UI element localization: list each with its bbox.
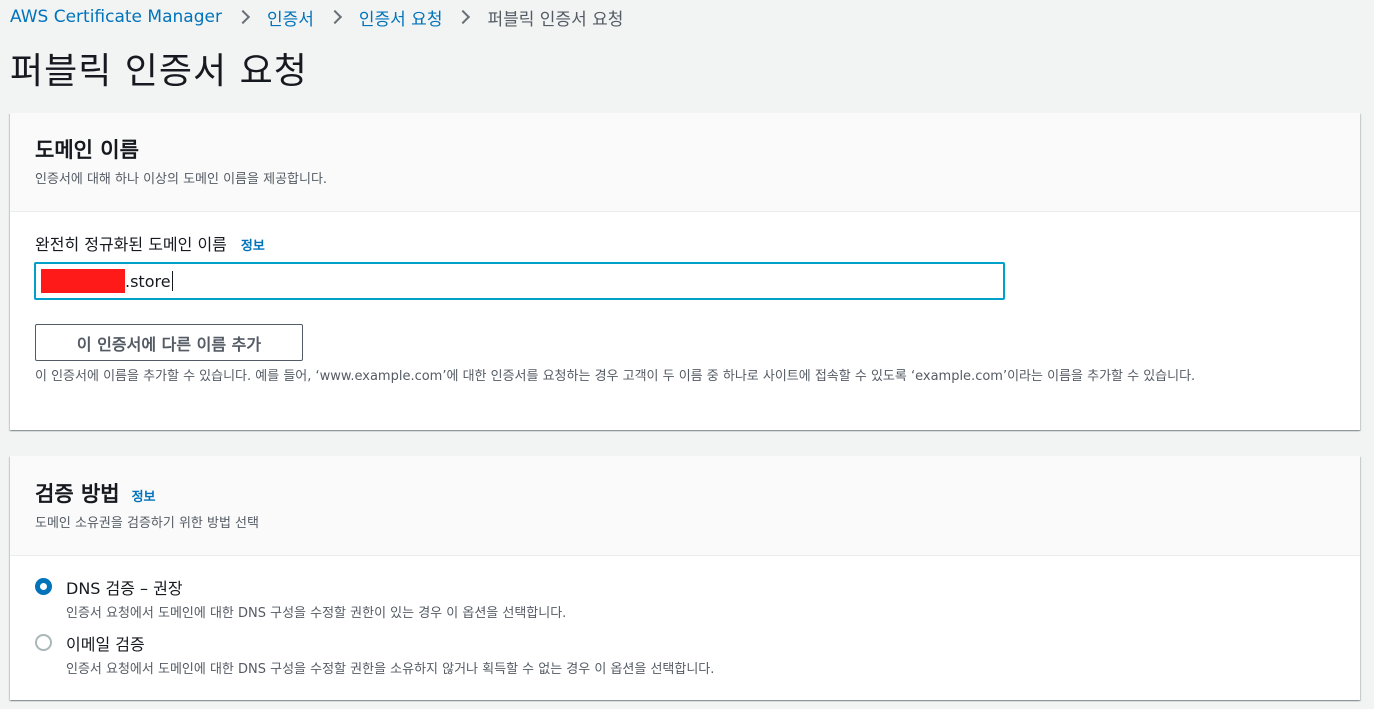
email-validation-option[interactable]: 이메일 검증 인증서 요청에서 도메인에 대한 DNS 구성을 수정할 권한을 … <box>35 631 714 677</box>
dns-validation-description: 인증서 요청에서 도메인에 대한 DNS 구성을 수정할 권한이 있는 경우 이… <box>66 606 567 621</box>
validation-method-panel: 검증 방법 정보 도메인 소유권을 검증하기 위한 방법 선택 DNS 검증 – … <box>10 456 1360 700</box>
dns-validation-option[interactable]: DNS 검증 – 권장 인증서 요청에서 도메인에 대한 DNS 구성을 수정할… <box>35 575 566 621</box>
domain-name-title: 도메인 이름 <box>35 138 139 162</box>
breadcrumb-link-acm[interactable]: AWS Certificate Manager <box>10 7 222 27</box>
chevron-right-icon <box>456 9 471 25</box>
breadcrumb: AWS Certificate Manager 인증서 인증서 요청 퍼블릭 인… <box>10 5 624 30</box>
redacted-domain <box>41 269 125 293</box>
breadcrumb-link-certificates[interactable]: 인증서 <box>267 5 314 30</box>
dns-validation-radio[interactable] <box>35 578 52 595</box>
validation-method-description: 도메인 소유권을 검증하기 위한 방법 선택 <box>35 516 259 531</box>
validation-info-link[interactable]: 정보 <box>132 490 156 505</box>
chevron-right-icon <box>235 9 251 25</box>
email-validation-description: 인증서 요청에서 도메인에 대한 DNS 구성을 수정할 권한을 소유하지 않거… <box>66 662 715 677</box>
domain-name-panel: 도메인 이름 인증서에 대해 하나 이상의 도메인 이름을 제공합니다. 완전히… <box>10 113 1360 430</box>
domain-name-panel-header: 도메인 이름 인증서에 대해 하나 이상의 도메인 이름을 제공합니다. <box>10 113 1360 212</box>
breadcrumb-current: 퍼블릭 인증서 요청 <box>487 9 624 30</box>
add-name-help-text: 이 인증서에 이름을 추가할 수 있습니다. 예를 들어, ‘www.examp… <box>35 369 1196 384</box>
email-validation-label: 이메일 검증 <box>66 635 145 654</box>
fqdn-info-link[interactable]: 정보 <box>241 239 265 254</box>
add-another-name-button[interactable]: 이 인증서에 다른 이름 추가 <box>35 324 303 361</box>
fqdn-input-value: .store <box>125 271 171 291</box>
fqdn-label: 완전히 정규화된 도메인 이름 정보 <box>35 231 265 255</box>
validation-method-title: 검증 방법 정보 <box>35 478 156 508</box>
fqdn-label-text: 완전히 정규화된 도메인 이름 <box>35 235 227 254</box>
domain-name-description: 인증서에 대해 하나 이상의 도메인 이름을 제공합니다. <box>35 172 328 187</box>
fqdn-input[interactable]: .store <box>34 262 1005 300</box>
dns-validation-label: DNS 검증 – 권장 <box>66 579 183 598</box>
validation-method-panel-header: 검증 방법 정보 도메인 소유권을 검증하기 위한 방법 선택 <box>10 456 1360 556</box>
page-title: 퍼블릭 인증서 요청 <box>10 51 308 92</box>
chevron-right-icon <box>327 9 342 25</box>
breadcrumb-link-request[interactable]: 인증서 요청 <box>359 5 443 30</box>
validation-method-title-text: 검증 방법 <box>35 482 120 506</box>
email-validation-radio[interactable] <box>35 634 52 651</box>
text-cursor <box>171 271 173 291</box>
